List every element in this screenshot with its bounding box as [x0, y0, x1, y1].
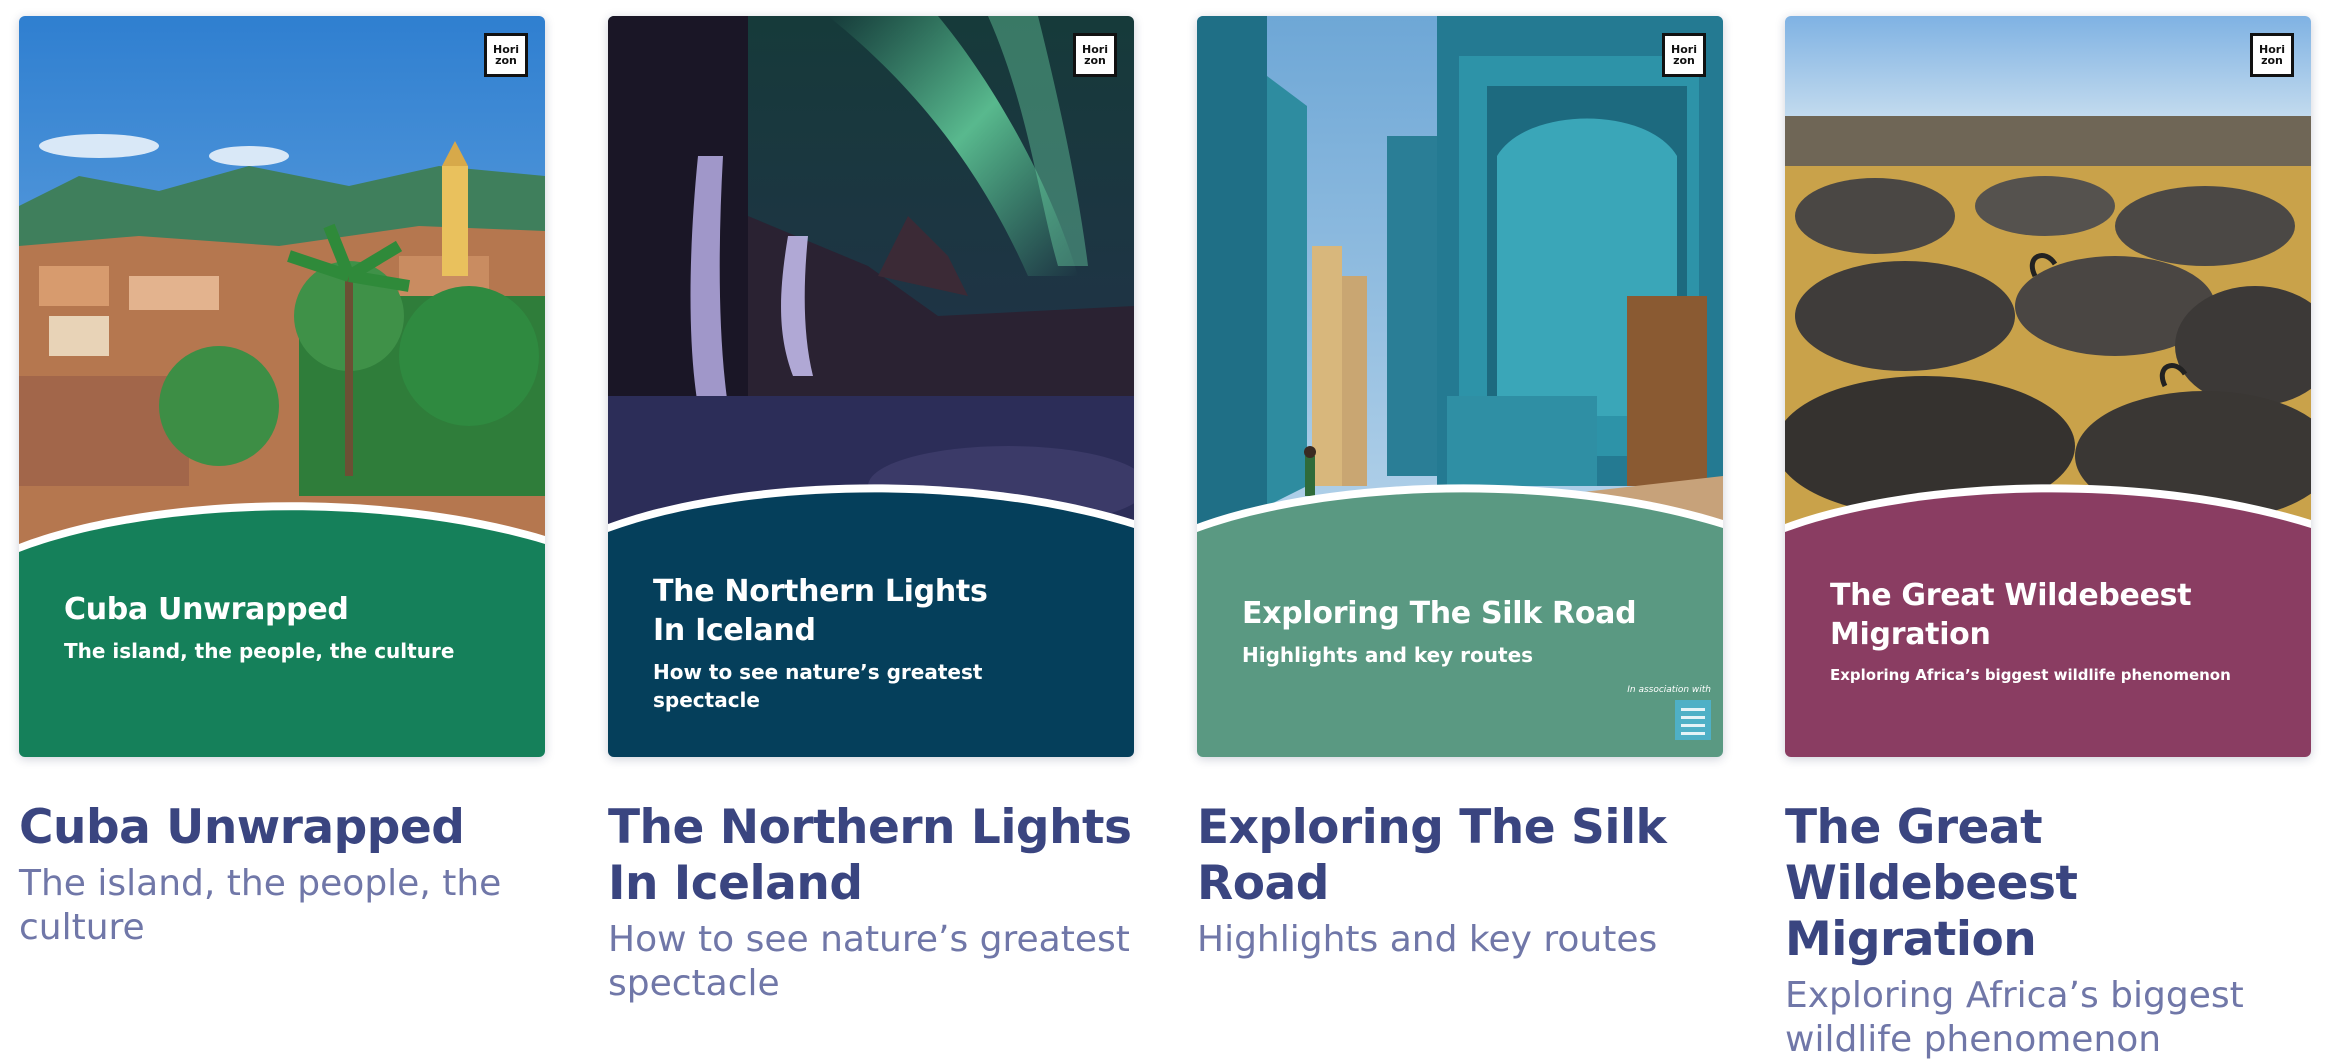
cover-title: Cuba Unwrapped — [64, 592, 349, 627]
partner-association: In association with — [1627, 684, 1711, 745]
cover-subtitle: How to see nature’s greatest spectacle — [653, 660, 983, 712]
partner-logo-icon — [1675, 700, 1711, 740]
cover-text: The Great Wildebeest Migration Exploring… — [1830, 576, 2251, 686]
guide-cover[interactable]: Hori zon The Northern Lights In Iceland … — [608, 16, 1134, 757]
guide-cover[interactable]: Hori zon Cuba Unwrapped The island, the … — [19, 16, 545, 757]
cover-title-line: The Northern Lights — [653, 574, 988, 609]
horizon-logo: Hori zon — [1073, 33, 1117, 77]
guide-subtitle: Exploring Africa’s biggest wildlife phen… — [1785, 975, 2244, 1060]
guide-meta: Cuba Unwrapped The island, the people, t… — [19, 800, 545, 950]
guide-title[interactable]: The Great Wildebeest Migration — [1785, 800, 2311, 968]
guide-meta: The Great Wildebeest Migration Exploring… — [1785, 800, 2311, 1062]
guide-cover[interactable]: Hori zon The Great Wildebeest Migration … — [1785, 16, 2311, 757]
cover-title: The Great Wildebeest Migration — [1830, 576, 2251, 654]
horizon-logo: Hori zon — [1662, 33, 1706, 77]
guide-title[interactable]: The Northern Lights In Iceland — [608, 800, 1134, 912]
guide-subtitle: Highlights and key routes — [1197, 919, 1658, 960]
cover-text: Exploring The Silk Road Highlights and k… — [1242, 594, 1663, 669]
guides-grid: Hori zon Cuba Unwrapped The island, the … — [0, 0, 2334, 1060]
guide-subtitle: How to see nature’s greatest spectacle — [608, 919, 1130, 1004]
guide-meta: The Northern Lights In Iceland How to se… — [608, 800, 1134, 1006]
guide-title[interactable]: Exploring The Silk Road — [1197, 800, 1723, 912]
cover-subtitle: Highlights and key routes — [1242, 643, 1534, 667]
horizon-logo: Hori zon — [484, 33, 528, 77]
cover-subtitle: The island, the people, the culture — [64, 639, 455, 663]
guide-meta: Exploring The Silk Road Highlights and k… — [1197, 800, 1723, 962]
cover-title-line: The Great Wildebeest — [1830, 578, 2192, 613]
horizon-logo: Hori zon — [2250, 33, 2294, 77]
guide-cover[interactable]: Hori zon Exploring The Silk Road Highlig… — [1197, 16, 1723, 757]
cover-title: Exploring The Silk Road — [1242, 596, 1637, 631]
cover-subtitle: Exploring Africa’s biggest wildlife phen… — [1830, 666, 2231, 684]
cover-text: Cuba Unwrapped The island, the people, t… — [64, 590, 485, 665]
cover-text: The Northern Lights In Iceland How to se… — [653, 572, 1074, 714]
cover-title-line: In Iceland — [653, 613, 816, 648]
guide-subtitle: The island, the people, the culture — [19, 863, 502, 948]
association-label: In association with — [1627, 685, 1711, 695]
cover-title-line: Migration — [1830, 617, 1991, 652]
guide-title[interactable]: Cuba Unwrapped — [19, 800, 545, 856]
cover-title: The Northern Lights In Iceland — [653, 572, 1074, 650]
